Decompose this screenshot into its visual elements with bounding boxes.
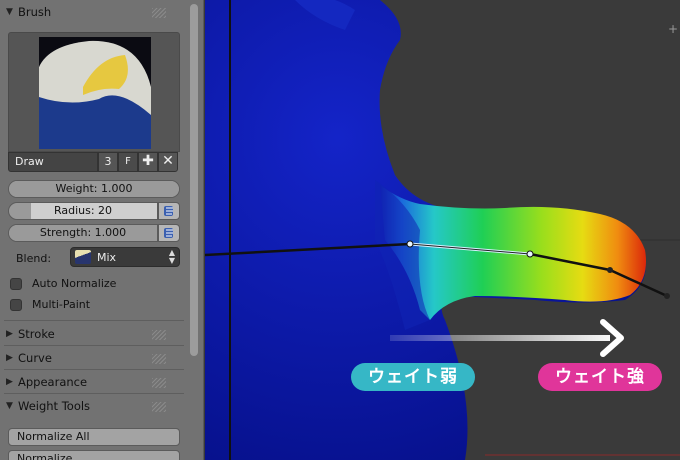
weight-slider[interactable]: Weight: 1.000: [8, 180, 180, 198]
viewport-canvas[interactable]: [205, 0, 680, 460]
weight-strong-label: ウェイト強: [538, 363, 662, 391]
drag-grip-icon[interactable]: [152, 402, 166, 412]
blend-label: Blend:: [16, 252, 52, 265]
weight-tools-section-title: Weight Tools: [18, 399, 91, 413]
panel-scrollbar-thumb[interactable]: [190, 4, 198, 356]
brush-users-count: 3: [98, 152, 118, 172]
strength-pressure-button[interactable]: [158, 224, 180, 242]
triangle-down-icon: ▼: [6, 401, 13, 411]
triangle-right-icon: ▶: [6, 377, 13, 387]
brush-preview[interactable]: [8, 32, 180, 152]
strength-label: Strength: 1.000: [39, 226, 127, 239]
brush-thumbnail: [39, 37, 151, 149]
triangle-right-icon: ▶: [6, 329, 13, 339]
normalize-button[interactable]: Normalize: [8, 450, 180, 460]
auto-normalize-label: Auto Normalize: [32, 277, 117, 290]
weight-label: Weight: 1.000: [55, 182, 133, 195]
stroke-section-title: Stroke: [18, 327, 55, 341]
appearance-section-title: Appearance: [18, 375, 88, 389]
brush-selector-row: Draw 3 F ✚ ✕: [8, 152, 180, 172]
curve-section-title: Curve: [18, 351, 52, 365]
updown-arrows-icon: ▲ ▼: [168, 248, 175, 265]
radius-slider[interactable]: Radius: 20: [8, 202, 158, 220]
blend-thumbnail-icon: [75, 250, 91, 264]
x-icon: ✕: [162, 153, 174, 169]
multi-paint-label: Multi-Paint: [32, 298, 91, 311]
plus-icon: ✚: [142, 153, 154, 169]
brush-name-field[interactable]: Draw: [8, 152, 98, 172]
drag-grip-icon[interactable]: [152, 354, 166, 364]
checkbox-box[interactable]: [10, 298, 22, 311]
triangle-right-icon: ▶: [6, 353, 13, 363]
add-brush-button[interactable]: ✚: [138, 152, 158, 172]
strength-slider[interactable]: Strength: 1.000: [8, 224, 158, 242]
multi-paint-checkbox[interactable]: Multi-Paint: [10, 298, 90, 311]
blend-dropdown[interactable]: Mix ▲ ▼: [70, 247, 180, 267]
pressure-icon: [164, 206, 173, 216]
auto-normalize-checkbox[interactable]: Auto Normalize: [10, 277, 116, 290]
drag-grip-icon[interactable]: [152, 378, 166, 388]
blend-value: Mix: [97, 250, 117, 264]
radius-pressure-button[interactable]: [158, 202, 180, 220]
radius-label: Radius: 20: [53, 204, 113, 217]
checkbox-box[interactable]: [10, 277, 22, 290]
drag-grip-icon[interactable]: [152, 8, 166, 18]
triangle-down-icon: ▼: [6, 7, 13, 17]
tool-panel: ▼ Brush Draw 3 F ✚ ✕ Weight: 1.000 Radiu…: [0, 0, 204, 460]
3d-viewport[interactable]: ウェイト弱 ウェイト強 +: [205, 0, 680, 460]
drag-grip-icon[interactable]: [152, 330, 166, 340]
remove-brush-button[interactable]: ✕: [158, 152, 178, 172]
expand-region-icon[interactable]: +: [668, 22, 678, 36]
normalize-all-button[interactable]: Normalize All: [8, 428, 180, 446]
fake-user-button[interactable]: F: [118, 152, 138, 172]
weight-weak-label: ウェイト弱: [351, 363, 475, 391]
pressure-icon: [164, 228, 173, 238]
brush-section-title: Brush: [18, 5, 52, 19]
